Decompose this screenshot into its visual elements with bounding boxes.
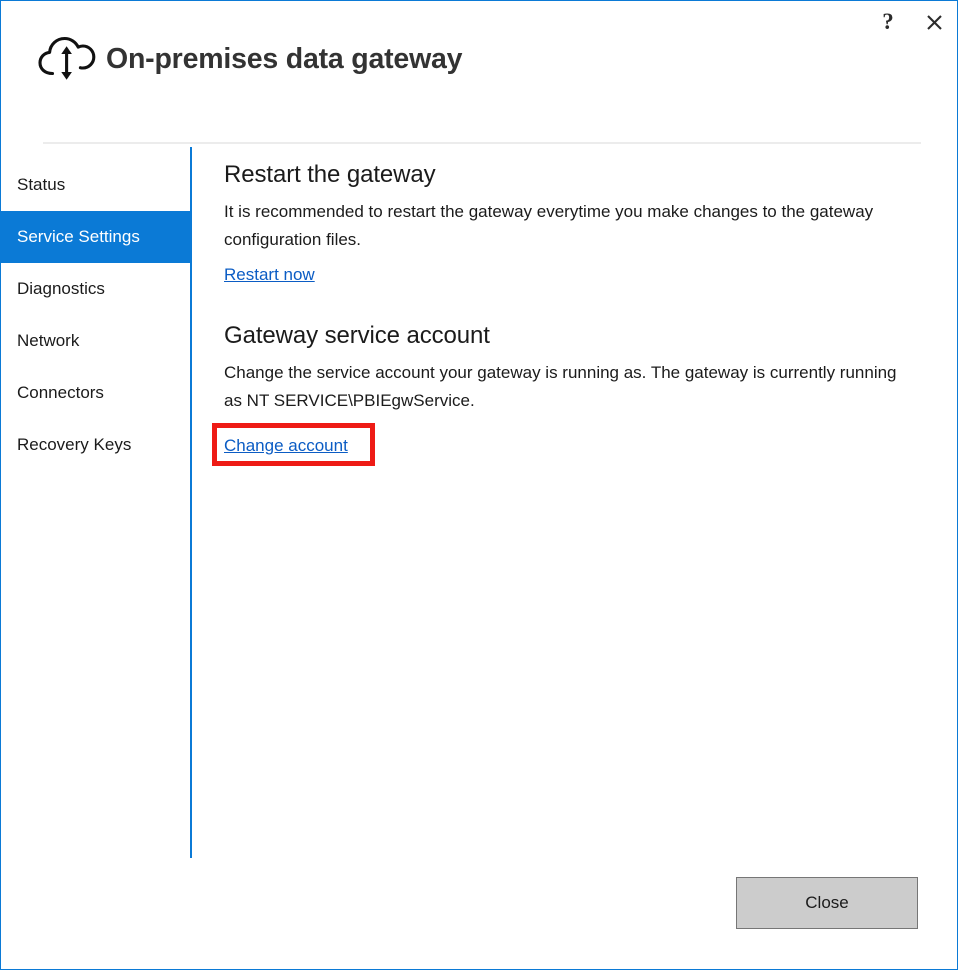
sidebar-item-connectors[interactable]: Connectors: [1, 367, 190, 419]
restart-now-link[interactable]: Restart now: [224, 262, 315, 288]
sidebar-item-label: Status: [17, 175, 66, 194]
sidebar-item-label: Recovery Keys: [17, 435, 132, 454]
gateway-service-account-section: Gateway service account Change the servi…: [212, 322, 924, 466]
sidebar-item-label: Network: [17, 331, 80, 350]
caption-button-group: ?: [865, 1, 957, 43]
restart-gateway-heading: Restart the gateway: [224, 161, 436, 188]
title-bar: ? On-premises data gateway: [1, 1, 957, 144]
header-divider: [43, 142, 921, 144]
sidebar-item-recovery-keys[interactable]: Recovery Keys: [1, 419, 190, 471]
close-glyph: [926, 14, 942, 30]
restart-link-row: Restart now: [224, 262, 924, 288]
gateway-service-account-description: Change the service account your gateway …: [224, 363, 897, 410]
help-icon[interactable]: ?: [865, 1, 911, 43]
sidebar-item-status[interactable]: Status: [1, 159, 190, 211]
cloud-sync-icon: [38, 36, 96, 80]
sidebar-item-label: Service Settings: [17, 227, 140, 246]
close-button[interactable]: Close: [736, 877, 918, 929]
sidebar-item-service-settings[interactable]: Service Settings: [1, 211, 190, 263]
sidebar-navigation: Status Service Settings Diagnostics Netw…: [1, 159, 190, 471]
sidebar-item-diagnostics[interactable]: Diagnostics: [1, 263, 190, 315]
gateway-service-account-heading: Gateway service account: [224, 322, 490, 349]
sidebar-item-label: Connectors: [17, 383, 104, 402]
close-icon[interactable]: [911, 1, 957, 43]
change-account-link[interactable]: Change account: [224, 433, 348, 459]
sidebar-accent-divider: [190, 147, 192, 858]
sidebar-item-label: Diagnostics: [17, 279, 105, 298]
change-account-link-row: Change account: [212, 423, 375, 466]
sidebar-item-network[interactable]: Network: [1, 315, 190, 367]
app-identity: On-premises data gateway: [36, 31, 463, 87]
gateway-configuration-window: ? On-premises data gateway Status Servic…: [0, 0, 958, 970]
restart-gateway-section: Restart the gateway It is recommended to…: [224, 161, 924, 288]
settings-content-pane: Restart the gateway It is recommended to…: [212, 161, 924, 471]
page-title: On-premises data gateway: [106, 42, 463, 75]
restart-gateway-description: It is recommended to restart the gateway…: [224, 202, 874, 249]
